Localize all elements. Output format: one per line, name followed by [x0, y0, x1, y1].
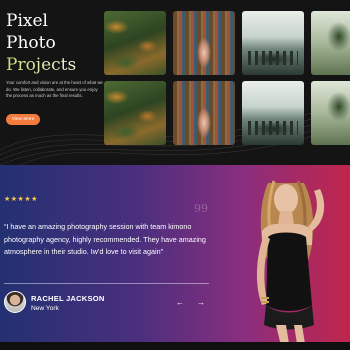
rating-stars: ★★★★★ [4, 196, 38, 203]
hero-title-line-2: Photo [6, 33, 56, 53]
tree-photo[interactable] [311, 81, 350, 145]
hero-title: Pixel Photo Projects [6, 10, 106, 76]
testimonial-quote: “I have an amazing photography session w… [4, 222, 206, 257]
street-photo[interactable] [242, 11, 304, 75]
library-photo[interactable] [173, 11, 235, 75]
view-more-button[interactable]: View More [6, 114, 40, 125]
avatar [4, 291, 26, 313]
arrow-right-icon[interactable]: → [195, 297, 207, 307]
testimonial-section: ★★★★★ 99 “I have an amazing photography … [0, 165, 350, 350]
divider [4, 283, 209, 284]
author-name: RACHEL JACKSON [31, 294, 105, 303]
quote-icon: 99 [194, 202, 208, 215]
model-photo [256, 180, 325, 350]
hero-title-line-3: Projects [6, 54, 106, 76]
footer-strip [0, 342, 350, 350]
arrow-left-icon[interactable]: ← [174, 297, 186, 307]
hero-section: Pixel Photo Projects Your comfort and vi… [0, 0, 350, 165]
hero-title-line-1: Pixel [6, 11, 48, 31]
tree-photo[interactable] [311, 11, 350, 75]
hero-description: Your comfort and vision are at the heart… [6, 80, 103, 98]
library-photo[interactable] [173, 81, 235, 145]
forest-photo[interactable] [104, 11, 166, 75]
street-photo[interactable] [242, 81, 304, 145]
author-city: New York [31, 305, 59, 312]
forest-photo[interactable] [104, 81, 166, 145]
